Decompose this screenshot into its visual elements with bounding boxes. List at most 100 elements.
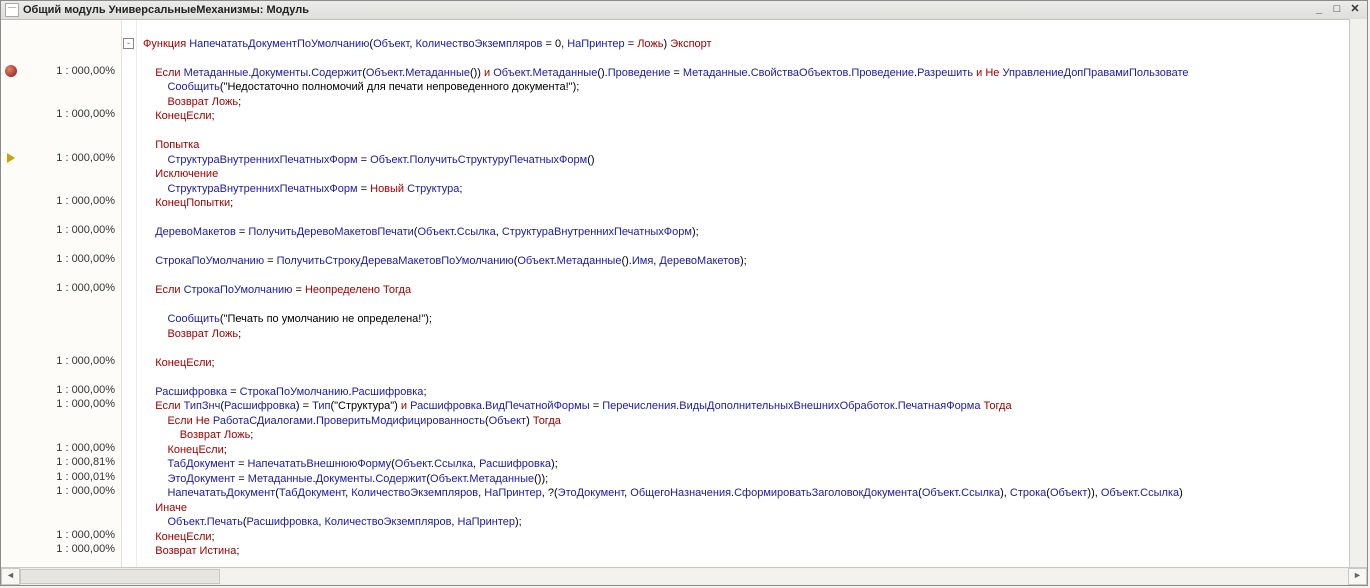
- gutter-line[interactable]: [1, 354, 21, 369]
- gutter-line[interactable]: [1, 281, 21, 296]
- gutter-line[interactable]: [1, 310, 21, 325]
- code-line[interactable]: КонецПопытки;: [143, 196, 1367, 211]
- code-line[interactable]: [143, 370, 1367, 385]
- close-button[interactable]: ✕: [1347, 3, 1363, 17]
- code-line[interactable]: ТабДокумент = НапечататьВнешнююФорму(Объ…: [143, 457, 1367, 472]
- code-line[interactable]: [143, 124, 1367, 139]
- code-line[interactable]: КонецЕсли;: [143, 530, 1367, 545]
- scroll-right-button[interactable]: ►: [1348, 568, 1367, 585]
- breakpoint-icon[interactable]: [5, 65, 17, 77]
- gutter-line[interactable]: [1, 325, 21, 340]
- code-line[interactable]: [143, 298, 1367, 313]
- gutter-line[interactable]: [1, 455, 21, 470]
- token-id: Имя: [632, 255, 653, 267]
- profile-value: 1 : 000,00%: [21, 542, 121, 557]
- gutter-line[interactable]: [1, 49, 21, 64]
- gutter-line[interactable]: [1, 136, 21, 151]
- code-line[interactable]: Сообщить("Недостаточно полномочий для пе…: [143, 80, 1367, 95]
- code-line[interactable]: Возврат Ложь;: [143, 428, 1367, 443]
- gutter-line[interactable]: [1, 122, 21, 137]
- code-line[interactable]: СтрокаПоУмолчанию = ПолучитьСтрокуДерева…: [143, 254, 1367, 269]
- token-id: Метаданные: [557, 255, 622, 267]
- gutter-line[interactable]: [1, 151, 21, 166]
- gutter-line[interactable]: [1, 20, 21, 35]
- code-line[interactable]: Исключение: [143, 167, 1367, 182]
- code-line[interactable]: НапечататьДокумент(ТабДокумент, Количест…: [143, 486, 1367, 501]
- token-fn: [143, 154, 167, 166]
- code-line[interactable]: [143, 51, 1367, 66]
- code-line[interactable]: СтруктураВнутреннихПечатныхФорм = Новый …: [143, 182, 1367, 197]
- token-fn: )),: [1087, 487, 1100, 499]
- gutter-line[interactable]: [1, 107, 21, 122]
- gutter-line[interactable]: [1, 78, 21, 93]
- vertical-scrollbar[interactable]: [1349, 19, 1367, 568]
- code-line[interactable]: [143, 240, 1367, 255]
- gutter-line[interactable]: [1, 542, 21, 557]
- gutter-line[interactable]: [1, 165, 21, 180]
- gutter-line[interactable]: [1, 238, 21, 253]
- gutter-line[interactable]: [1, 223, 21, 238]
- code-line[interactable]: Возврат Ложь;: [143, 327, 1367, 342]
- gutter-line[interactable]: [1, 470, 21, 485]
- fold-gutter[interactable]: -: [122, 20, 137, 568]
- gutter-line[interactable]: [1, 426, 21, 441]
- gutter-line[interactable]: [1, 383, 21, 398]
- gutter-line[interactable]: [1, 412, 21, 427]
- gutter-line[interactable]: [1, 267, 21, 282]
- gutter-line[interactable]: [1, 296, 21, 311]
- gutter-line[interactable]: [1, 252, 21, 267]
- gutter-line[interactable]: [1, 528, 21, 543]
- scroll-track[interactable]: [20, 569, 1348, 584]
- code-area[interactable]: Функция НапечататьДокументПоУмолчанию(Об…: [137, 20, 1367, 568]
- code-line[interactable]: Если СтрокаПоУмолчанию = Неопределено То…: [143, 283, 1367, 298]
- fold-toggle-icon[interactable]: -: [123, 38, 134, 49]
- code-line[interactable]: КонецЕсли;: [143, 109, 1367, 124]
- gutter-line[interactable]: [1, 209, 21, 224]
- titlebar[interactable]: Общий модуль УниверсальныеМеханизмы: Мод…: [1, 1, 1367, 20]
- code-line[interactable]: [143, 269, 1367, 284]
- code-line[interactable]: [143, 22, 1367, 37]
- code-line[interactable]: Если Не РаботаСДиалогами.ПроверитьМодифи…: [143, 414, 1367, 429]
- gutter-line[interactable]: [1, 397, 21, 412]
- token-id: ТабДокумент: [167, 458, 234, 470]
- fold-line: [122, 339, 136, 354]
- maximize-button[interactable]: □: [1329, 3, 1345, 17]
- gutter-line[interactable]: [1, 64, 21, 79]
- gutter-line[interactable]: [1, 441, 21, 456]
- gutter-line[interactable]: [1, 35, 21, 50]
- code-line[interactable]: Возврат Истина;: [143, 544, 1367, 559]
- horizontal-scrollbar[interactable]: ◄ ►: [1, 567, 1367, 585]
- gutter-line[interactable]: [1, 93, 21, 108]
- code-line[interactable]: Объект.Печать(Расшифровка, КоличествоЭкз…: [143, 515, 1367, 530]
- scroll-thumb[interactable]: [20, 569, 220, 584]
- gutter-line[interactable]: [1, 194, 21, 209]
- code-line[interactable]: Сообщить("Печать по умолчанию не определ…: [143, 312, 1367, 327]
- code-line[interactable]: КонецЕсли;: [143, 356, 1367, 371]
- gutter-line[interactable]: [1, 180, 21, 195]
- gutter-line[interactable]: [1, 513, 21, 528]
- code-line[interactable]: [143, 211, 1367, 226]
- gutter-line[interactable]: [1, 484, 21, 499]
- code-line[interactable]: ДеревоМакетов = ПолучитьДеревоМакетовПеч…: [143, 225, 1367, 240]
- code-line[interactable]: [143, 341, 1367, 356]
- code-line[interactable]: Если ТипЗнч(Расшифровка) = Тип("Структур…: [143, 399, 1367, 414]
- code-line[interactable]: ЭтоДокумент = Метаданные.Документы.Содер…: [143, 472, 1367, 487]
- token-id: Объект: [430, 473, 466, 485]
- code-line[interactable]: Возврат Ложь;: [143, 95, 1367, 110]
- code-line[interactable]: Попытка: [143, 138, 1367, 153]
- code-line[interactable]: Иначе: [143, 501, 1367, 516]
- token-id: Объект: [366, 67, 402, 79]
- token-fn: ): [1179, 487, 1183, 499]
- minimize-button[interactable]: _: [1311, 3, 1327, 17]
- gutter-line[interactable]: [1, 368, 21, 383]
- gutter-line[interactable]: [1, 339, 21, 354]
- code-line[interactable]: СтруктураВнутреннихПечатныхФорм = Объект…: [143, 153, 1367, 168]
- code-line[interactable]: Функция НапечататьДокументПоУмолчанию(Об…: [143, 37, 1367, 52]
- scroll-left-button[interactable]: ◄: [1, 568, 20, 585]
- code-line[interactable]: Расшифровка = СтрокаПоУмолчанию.Расшифро…: [143, 385, 1367, 400]
- breakpoint-gutter[interactable]: [1, 20, 21, 568]
- gutter-line[interactable]: [1, 499, 21, 514]
- code-line[interactable]: Если Метаданные.Документы.Содержит(Объек…: [143, 66, 1367, 81]
- code-line[interactable]: КонецЕсли;: [143, 443, 1367, 458]
- token-id: Содержит: [375, 473, 426, 485]
